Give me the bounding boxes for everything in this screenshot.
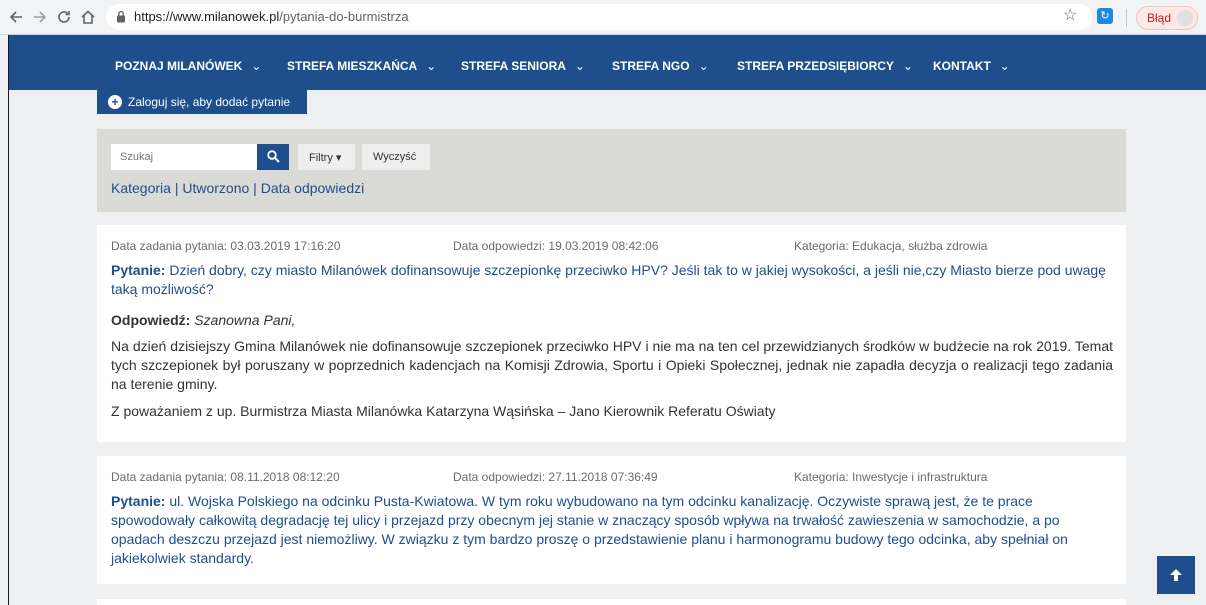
- clear-label: Wyczyść: [373, 151, 417, 163]
- nav-item-strefa-mieszkanca[interactable]: STREFA MIESZKAŃCA ⌄: [287, 59, 436, 73]
- home-icon[interactable]: [80, 9, 96, 25]
- avatar: [1177, 10, 1193, 26]
- profile-error-button[interactable]: Błąd: [1136, 6, 1198, 30]
- sort-by-answer-date-link[interactable]: Data odpowiedzi: [261, 180, 365, 196]
- question-body: Dzień dobry, czy miasto Milanówek dofina…: [111, 262, 1106, 297]
- scroll-to-top-button[interactable]: [1157, 556, 1195, 594]
- plus-circle-icon: +: [108, 95, 122, 109]
- answer-signature: Z poważaniem z up. Burmistrza Miasta Mil…: [111, 403, 776, 419]
- question-category: Kategoria: Edukacja, służba zdrowia: [794, 239, 988, 253]
- forward-arrow-icon[interactable]: [32, 9, 48, 25]
- question-card: Data zadania pytania: 03.03.2019 17:16:2…: [97, 225, 1126, 442]
- nav-item-poznaj-milanowek[interactable]: POZNAJ MILANÓWEK ⌄: [115, 59, 261, 73]
- answer-date: Data odpowiedzi: 19.03.2019 08:42:06: [453, 239, 659, 253]
- nav-label: KONTAKT: [933, 59, 991, 73]
- star-icon[interactable]: ☆: [1063, 8, 1077, 24]
- question-label: Pytanie:: [111, 262, 166, 278]
- search-button[interactable]: [257, 144, 289, 170]
- nav-item-strefa-przedsiebiorcy[interactable]: STREFA PRZEDSIĘBIORCY ⌄: [737, 59, 913, 73]
- url-host: https://www.milanowek.pl: [134, 9, 280, 24]
- question-card: [97, 599, 1126, 605]
- chevron-down-icon: ⌄: [574, 59, 585, 73]
- answer-date: Data odpowiedzi: 27.11.2018 07:36:49: [453, 470, 658, 484]
- filters-text: Filtry: [309, 152, 333, 164]
- nav-label: STREFA MIESZKAŃCA: [287, 59, 418, 73]
- answer-label: Odpowiedź:: [111, 312, 191, 328]
- search-input[interactable]: [111, 144, 257, 170]
- nav-item-strefa-ngo[interactable]: STREFA NGO ⌄: [612, 59, 709, 73]
- question-text[interactable]: Pytanie: ul. Wojska Polskiego na odcinku…: [111, 492, 1111, 568]
- nav-label: STREFA NGO: [612, 59, 690, 73]
- page-content: POZNAJ MILANÓWEK ⌄ STREFA MIESZKAŃCA ⌄ STR…: [0, 35, 1206, 605]
- nav-label: STREFA PRZEDSIĘBIORCY: [737, 59, 894, 73]
- nav-item-kontakt[interactable]: KONTAKT ⌄: [933, 59, 1010, 73]
- browser-toolbar: https://www.milanowek.pl/pytania-do-burm…: [0, 0, 1206, 35]
- caret-down-icon: ▾: [335, 152, 342, 164]
- sort-by-created-link[interactable]: Utworzono: [182, 180, 249, 196]
- toolbar-divider: [1126, 9, 1127, 27]
- answer-heading: Odpowiedź: Szanowna Pani,: [111, 311, 1113, 330]
- question-category: Kategoria: Inwestycje i infrastruktura: [794, 470, 988, 484]
- chevron-down-icon: ⌄: [698, 59, 709, 73]
- question-date: Data zadania pytania: 03.03.2019 17:16:2…: [111, 239, 341, 253]
- question-card: Data zadania pytania: 08.11.2018 08:12:2…: [97, 456, 1126, 584]
- extension-icon[interactable]: ↻: [1097, 8, 1113, 24]
- question-date: Data zadania pytania: 08.11.2018 08:12:2…: [111, 470, 340, 484]
- reload-icon[interactable]: [56, 9, 72, 25]
- question-text[interactable]: Pytanie: Dzień dobry, czy miasto Milanów…: [111, 261, 1111, 299]
- sort-links: Kategoria | Utworzono | Data odpowiedzi: [111, 180, 364, 196]
- chevron-down-icon: ⌄: [999, 59, 1010, 73]
- main-navigation: POZNAJ MILANÓWEK ⌄ STREFA MIESZKAŃCA ⌄ STR…: [9, 35, 1206, 90]
- nav-item-strefa-seniora[interactable]: STREFA SENIORA ⌄: [461, 59, 585, 73]
- sort-separator: |: [249, 180, 261, 196]
- filters-button[interactable]: Filtry ▾: [298, 144, 355, 170]
- sort-separator: |: [170, 180, 183, 196]
- back-arrow-icon[interactable]: [8, 9, 24, 25]
- url-text: https://www.milanowek.pl/pytania-do-burm…: [134, 9, 409, 24]
- chevron-down-icon: ⌄: [426, 59, 437, 73]
- error-label: Błąd: [1147, 11, 1172, 25]
- nav-label: POZNAJ MILANÓWEK: [115, 59, 243, 73]
- filters-label: Filtry ▾: [309, 151, 341, 164]
- chevron-down-icon: ⌄: [902, 59, 913, 73]
- lock-icon: [116, 10, 126, 28]
- search-panel: Filtry ▾ Wyczyść Kategoria | Utworzono |…: [97, 129, 1126, 212]
- answer-greeting: Szanowna Pani,: [194, 312, 296, 328]
- login-button-label: Zaloguj się, aby dodać pytanie: [128, 95, 291, 109]
- address-bar[interactable]: https://www.milanowek.pl/pytania-do-burm…: [106, 4, 1092, 30]
- nav-label: STREFA SENIORA: [461, 59, 566, 73]
- url-path: /pytania-do-burmistrza: [279, 9, 409, 24]
- chevron-down-icon: ⌄: [251, 59, 262, 73]
- sort-by-category-link[interactable]: Kategoria: [111, 180, 171, 196]
- answer-body: Na dzień dzisiejszy Gmina Milanówek nie …: [111, 338, 1113, 392]
- question-body: ul. Wojska Polskiego na odcinku Pusta-Kw…: [111, 493, 1068, 566]
- clear-button[interactable]: Wyczyść: [362, 144, 430, 170]
- login-to-ask-button[interactable]: + Zaloguj się, aby dodać pytanie: [97, 90, 307, 114]
- question-label: Pytanie:: [111, 493, 166, 509]
